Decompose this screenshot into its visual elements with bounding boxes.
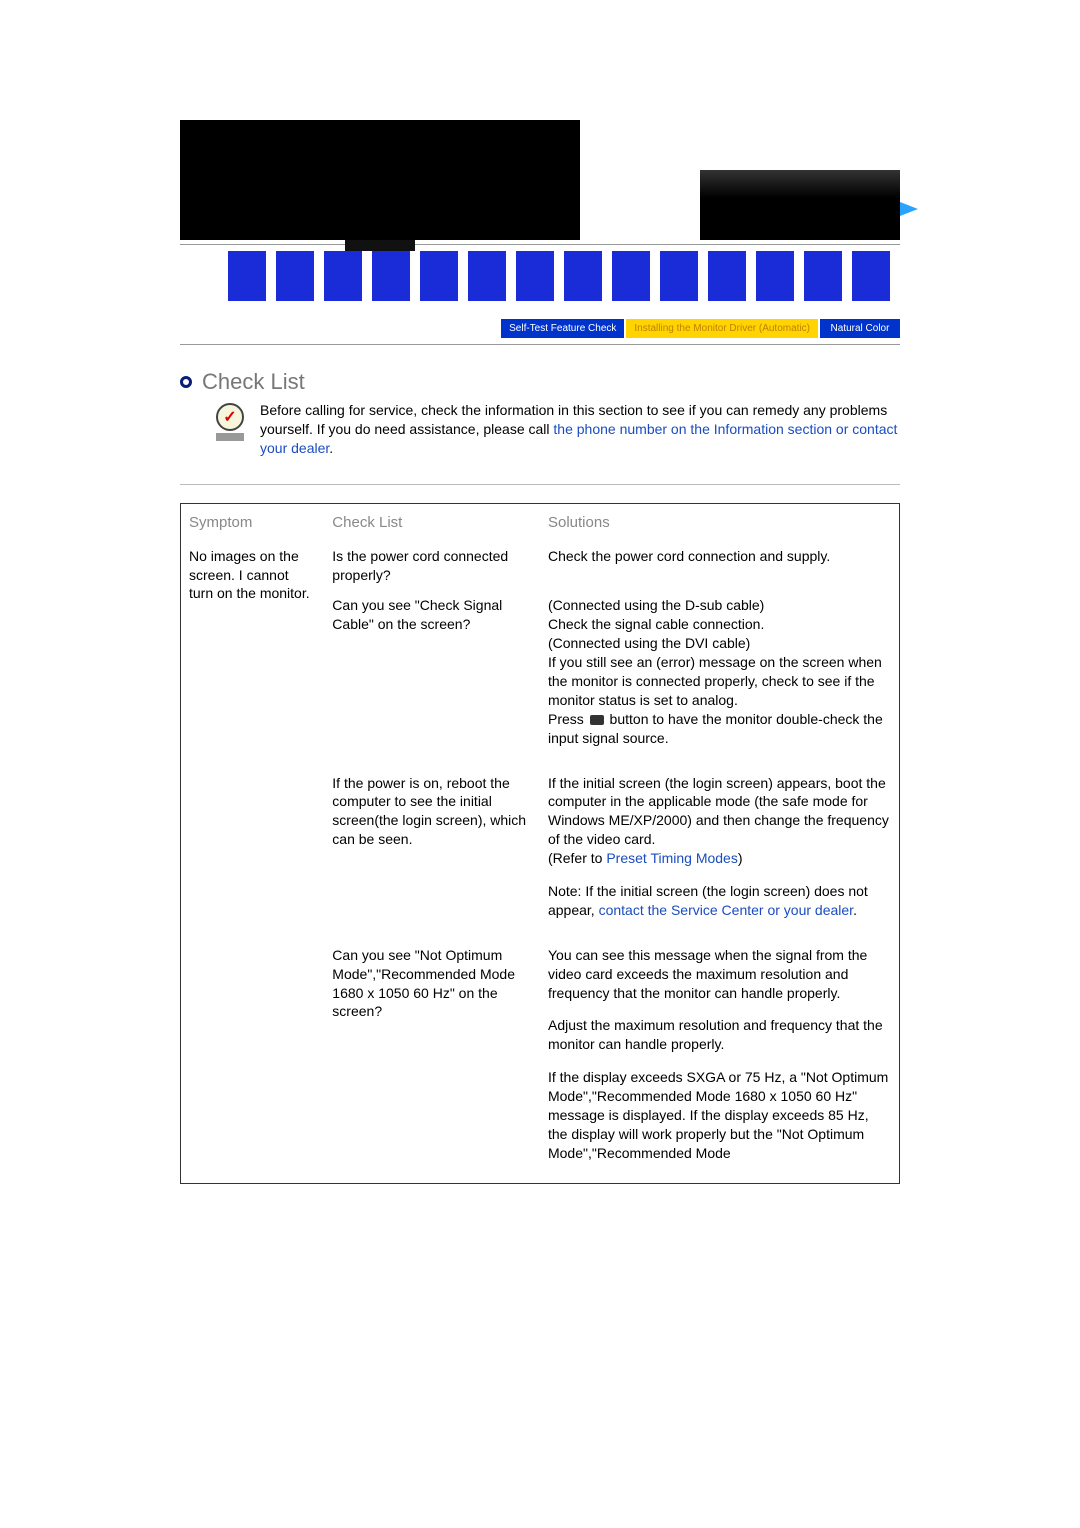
solution-text: Check the power cord connection and supp… xyxy=(548,547,891,566)
check-cell: Can you see "Check Signal Cable" on the … xyxy=(324,590,540,767)
th-symptom: Symptom xyxy=(181,503,325,541)
banner-stripes xyxy=(180,244,900,301)
solution-cell: You can see this message when the signal… xyxy=(540,940,900,1183)
solution-cell: If the initial screen (the login screen)… xyxy=(540,768,900,940)
solution-line: Press xyxy=(548,711,588,727)
tab-install-driver[interactable]: Installing the Monitor Driver (Automatic… xyxy=(626,319,818,338)
solution-line: (Connected using the DVI cable) xyxy=(548,635,750,651)
check-cell: Can you see "Not Optimum Mode","Recommen… xyxy=(324,940,540,1183)
tab-self-test[interactable]: Self-Test Feature Check xyxy=(501,319,624,338)
check-cell: Is the power cord connected properly? xyxy=(324,541,540,591)
intro-paragraph: Before calling for service, check the in… xyxy=(260,401,900,458)
check-ok-icon: ✓ xyxy=(216,401,244,441)
solution-line: (Connected using the D-sub cable) xyxy=(548,597,764,613)
solution-cell: Check the power cord connection and supp… xyxy=(540,541,900,591)
refer-link[interactable]: Preset Timing Modes xyxy=(606,850,738,866)
solution-cell: (Connected using the D-sub cable) Check … xyxy=(540,590,900,767)
th-check: Check List xyxy=(324,503,540,541)
solution-text: If the display exceeds SXGA or 75 Hz, a … xyxy=(548,1068,891,1162)
section-tabs: Self-Test Feature Check Installing the M… xyxy=(180,319,900,338)
symptom-cell: No images on the screen. I cannot turn o… xyxy=(181,541,325,1184)
hero-images xyxy=(180,120,900,240)
th-solutions: Solutions xyxy=(540,503,900,541)
source-button-icon xyxy=(590,715,604,725)
tab-natural-color[interactable]: Natural Color xyxy=(820,319,900,338)
monitor-front-image xyxy=(180,120,580,240)
note-link[interactable]: contact the Service Center or your deale… xyxy=(599,902,853,918)
troubleshoot-table: Symptom Check List Solutions No images o… xyxy=(180,503,900,1184)
section-title: Check List xyxy=(202,369,305,395)
solution-line: If you still see an (error) message on t… xyxy=(548,654,882,708)
section-bullet-icon xyxy=(180,376,192,388)
check-cell: If the power is on, reboot the computer … xyxy=(324,768,540,940)
solution-line: If the initial screen (the login screen)… xyxy=(548,775,889,848)
solution-text: Adjust the maximum resolution and freque… xyxy=(548,1016,891,1054)
refer-prefix: (Refer to xyxy=(548,850,606,866)
solution-line: Check the signal cable connection. xyxy=(548,616,764,632)
monitor-rear-image xyxy=(700,170,900,240)
solution-text: You can see this message when the signal… xyxy=(548,946,891,1003)
